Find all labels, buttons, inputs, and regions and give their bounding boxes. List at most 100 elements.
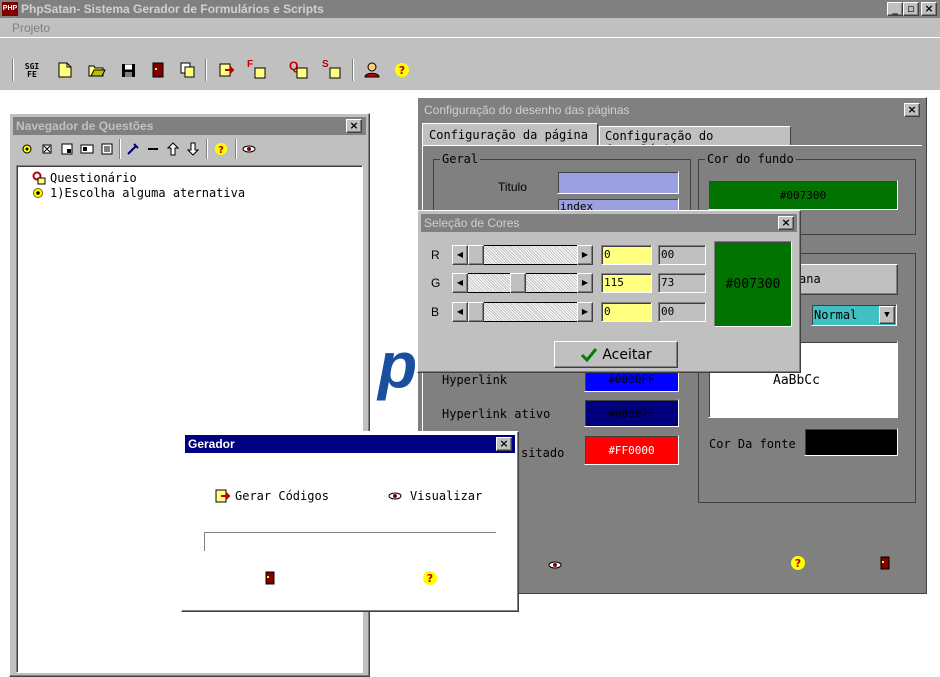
users-icon[interactable]: [362, 61, 382, 79]
checkbox-icon[interactable]: [39, 141, 55, 157]
config-close-button[interactable]: ×: [904, 103, 920, 117]
svg-text:?: ?: [399, 64, 405, 77]
generate-icon: [215, 489, 231, 503]
cor-fundo-label: Cor do fundo: [705, 152, 796, 166]
gerador-window: Gerador × Gerar Códigos Visualizar ?: [181, 431, 519, 612]
rgb-row-label: R: [431, 248, 440, 262]
form-f-letter: F: [247, 59, 254, 70]
question-bullet-icon: [33, 188, 43, 198]
rgb-slider-thumb[interactable]: [510, 273, 526, 293]
color-preview: #007300: [714, 241, 792, 327]
minimize-button[interactable]: _: [887, 2, 903, 16]
tree-item-question-1[interactable]: 1)Escolha alguma aternativa: [32, 186, 245, 200]
move-down-icon[interactable]: [185, 141, 201, 157]
tab-label: Configuração da página: [429, 128, 588, 142]
query-q-icon[interactable]: Q: [288, 59, 310, 81]
rgb-row-label: B: [431, 305, 440, 319]
navegador-close-button[interactable]: ×: [346, 119, 362, 133]
close-button[interactable]: ×: [921, 2, 937, 16]
rgb-row-label: G: [431, 276, 441, 290]
titulo-field[interactable]: [557, 171, 679, 194]
help-icon[interactable]: ?: [421, 569, 439, 587]
scroll-left-arrow[interactable]: ◀: [452, 302, 468, 322]
toolbar-separator: [352, 59, 354, 81]
cor-fonte-label: Cor Da fonte: [709, 437, 796, 451]
gerador-close-button[interactable]: ×: [496, 437, 512, 451]
tree-item-questionario[interactable]: Questionário: [32, 171, 137, 185]
remove-icon[interactable]: [145, 141, 161, 157]
memo-icon[interactable]: [99, 141, 115, 157]
combo-icon[interactable]: [59, 141, 75, 157]
toolbar-separator: [12, 59, 14, 81]
gerar-codigos-button[interactable]: Gerar Códigos: [215, 488, 329, 504]
scroll-right-arrow[interactable]: ▶: [577, 302, 593, 322]
gerador-title: Gerador: [188, 437, 235, 451]
visitado-swatch[interactable]: #FF0000: [584, 435, 679, 465]
scroll-left-arrow[interactable]: ◀: [452, 245, 468, 265]
hyperlink-ativo-swatch[interactable]: #00007F: [584, 399, 679, 427]
tab-configuracao-pagina[interactable]: Configuração da página: [422, 123, 598, 145]
visitado-label: sitado: [521, 446, 565, 460]
app-title: PhpSatan- Sistema Gerador de Formulários…: [21, 2, 324, 16]
nav-separator: [235, 139, 237, 159]
cor-fundo-swatch[interactable]: #007300: [708, 180, 898, 210]
cor-fonte-swatch[interactable]: [804, 428, 898, 456]
aceitar-button[interactable]: Aceitar: [554, 341, 678, 368]
query-icon: [32, 171, 46, 185]
tab-configuracao-formulario[interactable]: Configuração do formulário: [599, 126, 791, 157]
watermark-text: p: [378, 329, 418, 401]
scroll-right-arrow[interactable]: ▶: [577, 245, 593, 265]
preview-eye-icon[interactable]: [241, 141, 257, 157]
titulo-label: Titulo: [498, 180, 527, 194]
color-picker-window: Seleção de Cores × R ◀ ▶ 0 00 G ◀ ▶ 115 73 B ◀ ▶ 0 00 …: [417, 210, 801, 373]
rgb-hex-field: 00: [658, 245, 706, 265]
scroll-left-arrow[interactable]: ◀: [452, 273, 468, 293]
janela-button[interactable]: ana: [794, 264, 898, 295]
scroll-right-arrow[interactable]: ▶: [577, 273, 593, 293]
hyperlink-label: Hyperlink: [442, 373, 508, 387]
maximize-button[interactable]: ▫: [903, 2, 919, 16]
visualizar-button[interactable]: Visualizar: [388, 488, 482, 504]
toolbar-separator: [205, 59, 207, 81]
script-s-icon[interactable]: S: [320, 59, 342, 81]
copy-pages-icon[interactable]: [179, 61, 197, 79]
open-folder-icon[interactable]: [87, 61, 107, 79]
preview-eye-icon: [388, 492, 402, 500]
gerador-title-bar: Gerador ×: [185, 435, 515, 453]
help-icon[interactable]: ?: [393, 61, 411, 79]
app-logo-icon: PHP: [2, 2, 18, 16]
script-s-letter: S: [322, 59, 329, 70]
exit-door-icon[interactable]: [262, 569, 278, 587]
add-question-icon[interactable]: [19, 141, 35, 157]
nav-help-icon[interactable]: ?: [213, 141, 229, 157]
edit-tools-icon[interactable]: [125, 141, 141, 157]
rgb-value-input[interactable]: 0: [601, 302, 652, 322]
navegador-title-bar: Navegador de Questões ×: [13, 117, 366, 135]
sgi-fe-icon[interactable]: SGI FE: [22, 61, 42, 81]
hyperlink-ativo-label: Hyperlink ativo: [442, 407, 551, 421]
svg-text:?: ?: [795, 557, 801, 570]
help-icon[interactable]: ?: [788, 553, 808, 573]
new-file-icon[interactable]: [56, 61, 74, 79]
rgb-slider-thumb[interactable]: [468, 245, 484, 265]
tree-item-label: 1)Escolha alguma aternativa: [50, 186, 246, 200]
rgb-value-input[interactable]: 115: [601, 273, 652, 293]
tree-item-label: Questionário: [50, 171, 137, 185]
form-f-icon[interactable]: F: [245, 59, 267, 81]
nav-separator: [206, 139, 208, 159]
menu-projeto[interactable]: Projeto: [12, 21, 50, 35]
exit-door-icon[interactable]: [877, 553, 893, 573]
config-title-bar: Configuração do desenho das páginas ×: [421, 101, 923, 119]
save-icon[interactable]: [119, 61, 137, 79]
gerar-codigos-label: Gerar Códigos: [235, 489, 329, 503]
navegador-title: Navegador de Questões: [16, 119, 154, 133]
textbox-icon[interactable]: [79, 141, 95, 157]
rgb-value-input[interactable]: 0: [601, 245, 652, 265]
move-up-icon[interactable]: [165, 141, 181, 157]
generate-icon[interactable]: [218, 61, 236, 79]
font-style-select[interactable]: Normal ▼: [811, 304, 897, 326]
rgb-slider-thumb[interactable]: [468, 302, 484, 322]
exit-door-icon[interactable]: [150, 61, 166, 79]
preview-eye-icon[interactable]: [546, 556, 564, 574]
chevron-down-icon[interactable]: ▼: [879, 306, 895, 324]
